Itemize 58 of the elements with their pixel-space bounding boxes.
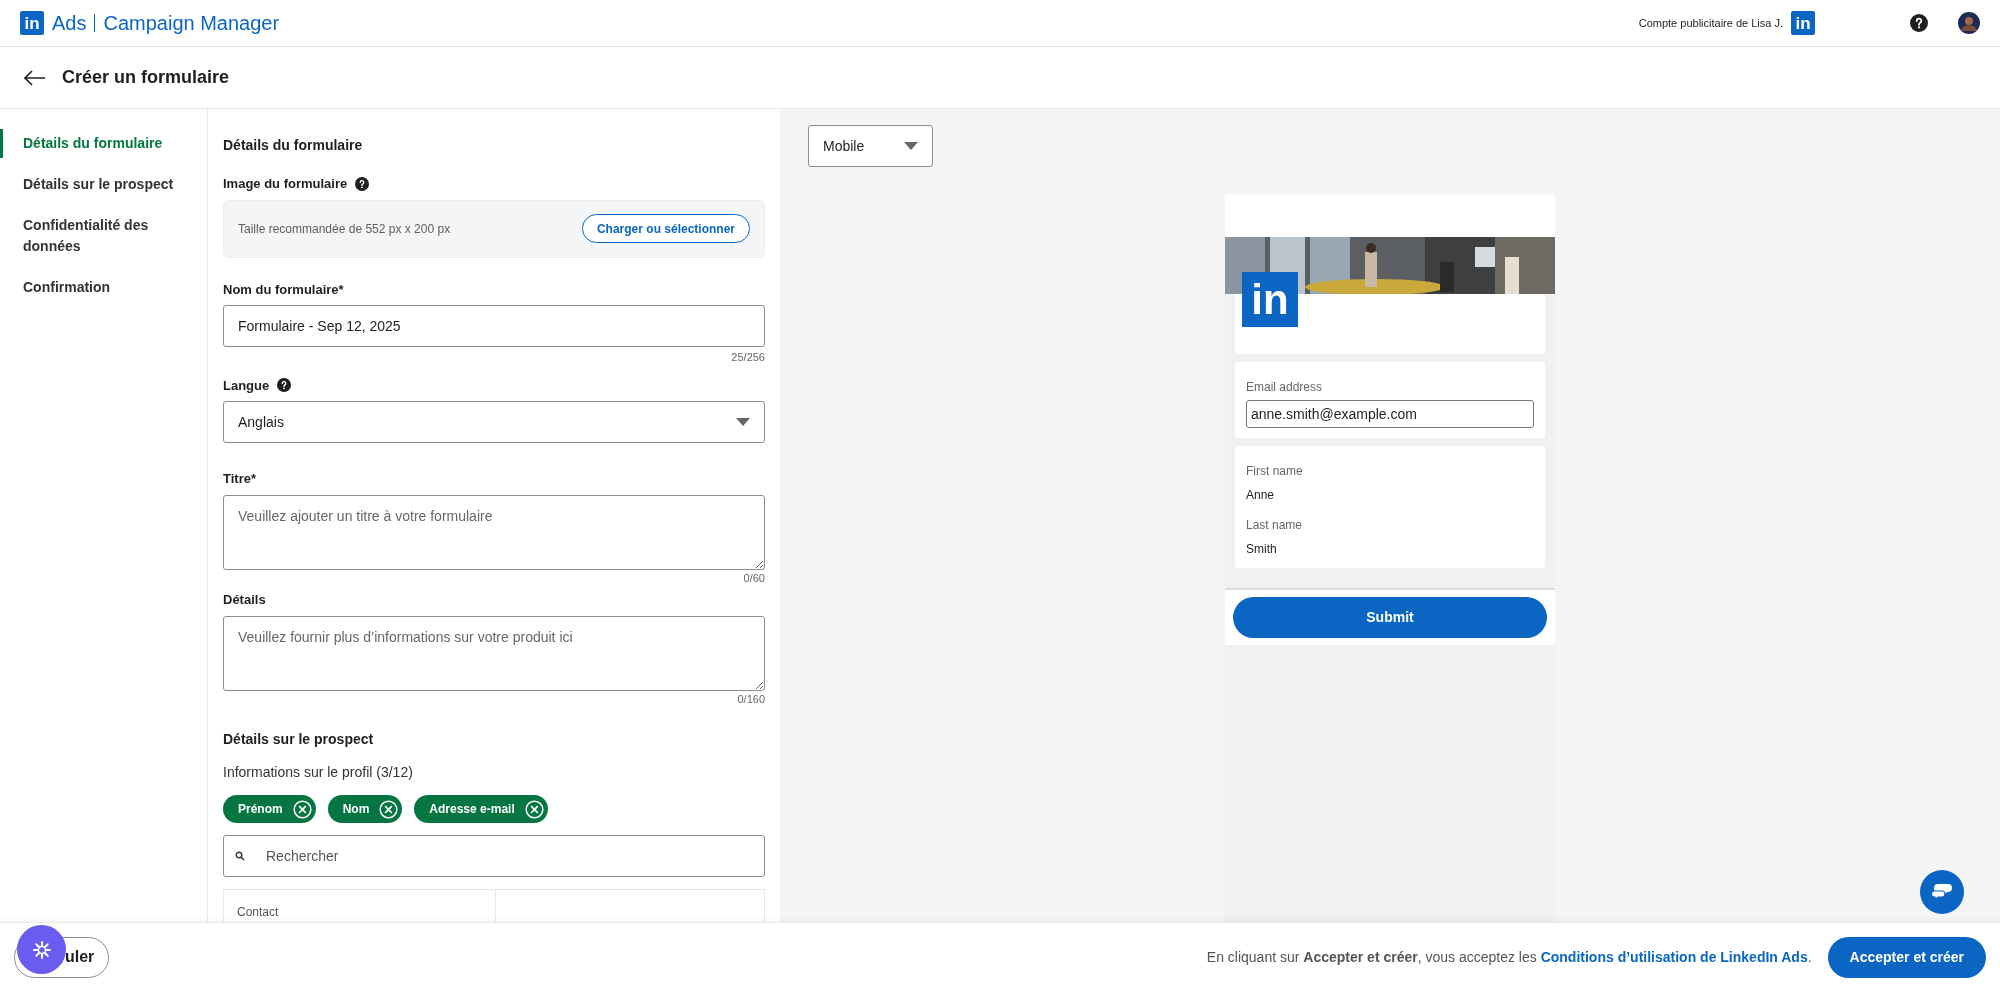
step-link[interactable]: Détails du formulaire [0, 129, 207, 158]
step-link[interactable]: Détails sur le prospect [0, 170, 207, 199]
sparkle-icon [31, 939, 52, 960]
title-field[interactable]: Veuillez ajouter un titre à votre formulaire [223, 494, 765, 570]
terms-notice: En cliquant sur Accepter et créer, vous acceptez les Conditions d’utilisation de LinkedIn Ads. [1206, 947, 1812, 967]
email-field[interactable]: anne.smith@example.com [1246, 400, 1534, 428]
field-value: Smith [1246, 541, 1278, 558]
avatar[interactable] [1958, 12, 1980, 34]
help-icon[interactable] [277, 378, 292, 393]
selected-field-chip[interactable]: Nom [327, 795, 403, 823]
character-counter: 25/256 [731, 350, 765, 365]
field-label: First name [1246, 463, 1304, 480]
form-name-field[interactable]: Formulaire - Sep 12, 2025 [223, 305, 765, 347]
page-title: Créer un formulaire [62, 66, 230, 89]
terms-link[interactable]: Conditions d’utilisation de LinkedIn Ads [1540, 948, 1808, 965]
profile-info-label: Informations sur le profil (3/12) [223, 763, 414, 782]
section-heading: Détails du formulaire [223, 136, 364, 155]
field-label: Image du formulaire [223, 175, 348, 193]
app-name: Campaign Manager [103, 11, 280, 36]
character-counter: 0/160 [737, 691, 765, 707]
device-select[interactable]: Mobile [808, 125, 933, 167]
language-select[interactable]: Anglais [223, 401, 765, 443]
back-arrow-icon[interactable] [24, 69, 46, 86]
account-name[interactable]: Compte publicitaire de Lisa J. [1638, 14, 1783, 32]
remove-icon[interactable] [524, 799, 544, 819]
chat-icon [1931, 882, 1953, 902]
selected-field-chip[interactable]: Prénom [223, 795, 316, 823]
assistant-button[interactable] [17, 925, 66, 974]
field-label: Langue [223, 376, 270, 395]
remove-icon[interactable] [379, 799, 399, 819]
upload-hint: Taille recommandée de 552 px x 200 px [238, 220, 451, 238]
submit-button[interactable]: Submit [1233, 597, 1547, 638]
caret-icon [904, 142, 918, 150]
accept-button[interactable]: Accepter et créer [1827, 936, 1986, 978]
details-field[interactable]: Veuillez fournir plus d’informations sur votre produit ici [223, 615, 765, 691]
help-icon[interactable] [1910, 14, 1928, 32]
remove-icon[interactable] [292, 799, 312, 819]
field-label: Titre* [223, 470, 257, 488]
field-value: Anne [1246, 487, 1276, 504]
field-label: Nom du formulaire* [223, 280, 345, 299]
caret-icon [736, 418, 750, 426]
field-label: Last name [1246, 517, 1304, 534]
account-logo[interactable]: in [1791, 11, 1815, 35]
company-logo: in [1242, 272, 1298, 327]
chat-button[interactable] [1920, 870, 1964, 914]
section-heading: Détails sur le prospect [223, 730, 375, 749]
product-name: Ads [52, 11, 87, 36]
step-link[interactable]: Confirmation [0, 273, 207, 302]
logo[interactable]: in [20, 11, 44, 35]
character-counter: 0/60 [743, 570, 765, 586]
search-icon [235, 851, 245, 861]
step-link[interactable]: Confidentialité des données [0, 211, 207, 261]
search-field[interactable]: Rechercher [223, 835, 765, 877]
upload-button[interactable]: Charger ou sélectionner [581, 214, 750, 243]
help-icon[interactable] [355, 176, 370, 191]
selected-field-chip[interactable]: Adresse e-mail [414, 795, 548, 823]
field-label: Détails [223, 591, 267, 609]
field-label: Email address [1246, 379, 1324, 396]
